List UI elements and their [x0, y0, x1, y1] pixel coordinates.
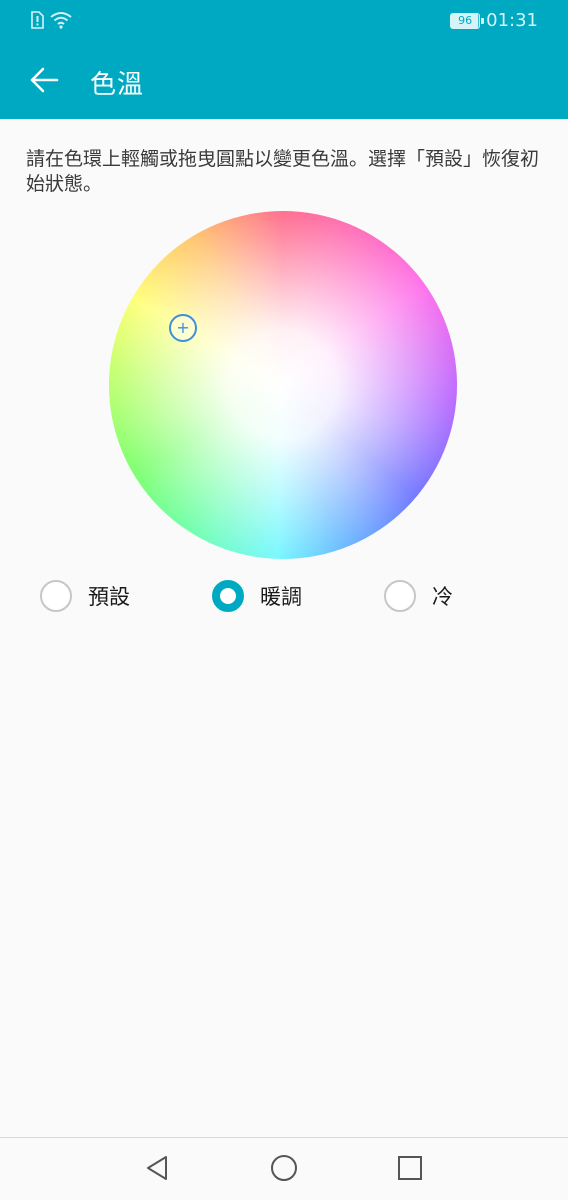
color-temperature-wheel[interactable]: +: [109, 211, 457, 559]
page-title: 色溫: [90, 70, 145, 100]
color-wheel[interactable]: [109, 211, 457, 559]
option-label-default: 預設: [88, 585, 130, 609]
arrow-left-icon: [28, 64, 60, 100]
home-circle-icon: [270, 1154, 298, 1186]
radio-warm[interactable]: [212, 580, 244, 612]
plus-icon: +: [176, 318, 190, 337]
battery-icon: 96: [450, 12, 485, 29]
app-bar: 96 01:31 色溫: [0, 0, 568, 119]
back-triangle-icon: [144, 1154, 170, 1186]
option-label-warm: 暖調: [260, 585, 302, 609]
instruction-text: 請在色環上輕觸或拖曳圓點以變更色溫。選擇「預設」恢復初始狀態。: [26, 148, 540, 195]
option-cool[interactable]: 冷: [384, 576, 453, 616]
radio-cool[interactable]: [384, 580, 416, 612]
option-label-cool: 冷: [432, 585, 453, 609]
wheel-handle[interactable]: +: [169, 314, 197, 342]
status-bar: 96 01:31: [0, 0, 568, 44]
nav-recents-button[interactable]: [392, 1152, 428, 1188]
sim-alert-icon: [30, 11, 44, 33]
back-button[interactable]: [22, 60, 66, 104]
status-left: [30, 11, 72, 33]
battery-level: 96: [458, 13, 473, 27]
nav-home-button[interactable]: [266, 1152, 302, 1188]
temperature-options: 預設 暖調 冷: [0, 576, 568, 616]
nav-back-button[interactable]: [139, 1152, 175, 1188]
option-default[interactable]: 預設: [40, 576, 130, 616]
status-time: 01:31: [486, 10, 538, 31]
status-right: 96 01:31: [450, 10, 538, 31]
option-warm[interactable]: 暖調: [212, 576, 302, 616]
recents-square-icon: [397, 1155, 423, 1185]
system-nav-bar: [0, 1137, 568, 1200]
wifi-icon: [50, 11, 72, 33]
radio-default[interactable]: [40, 580, 72, 612]
